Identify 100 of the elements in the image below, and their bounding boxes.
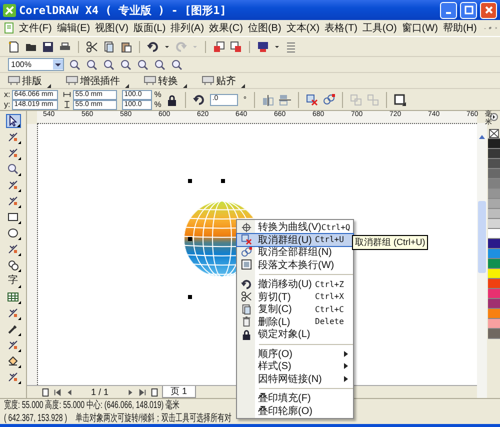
color-swatch[interactable] [488,229,500,239]
import-icon[interactable] [213,40,225,52]
group-icon[interactable] [322,94,335,106]
zoom-all-icon[interactable] [120,58,132,70]
add-page-icon[interactable] [41,388,50,396]
context-menu-item[interactable]: 删除(L) Delete [237,316,353,328]
context-menu-item[interactable]: 复制(C) Ctrl+C [237,303,353,316]
menu-item[interactable]: 工具(O) [361,21,398,35]
fill-tool[interactable] [6,354,20,368]
color-swatch[interactable] [488,209,500,219]
color-swatch[interactable] [488,159,500,169]
context-menu-item[interactable]: 叠印填充(F) [237,392,353,404]
shapes-tool[interactable] [6,258,20,272]
zoom-height-icon[interactable] [171,58,183,70]
ellipse-tool[interactable] [6,226,20,240]
color-swatch[interactable] [488,189,500,199]
color-swatch[interactable] [488,309,500,319]
print-icon[interactable] [59,40,71,52]
export-icon[interactable] [230,40,242,52]
color-swatch[interactable] [488,319,500,329]
options-icon[interactable] [285,40,297,52]
context-menu-item[interactable]: 取消全部群组(N) [237,246,353,258]
menu-item[interactable]: 表格(T) [324,21,358,35]
up-arrow-icon[interactable] [478,133,486,141]
mirror-horizontal-icon[interactable] [262,94,274,106]
menu-item[interactable]: 窗口(W) [400,21,439,35]
zoom-width-icon[interactable] [154,58,166,70]
menu-item[interactable]: 编辑(E) [56,21,92,35]
color-swatch[interactable] [488,239,500,249]
save-icon[interactable] [42,40,54,52]
menu-item[interactable]: 排列(A) [170,21,206,35]
undo-icon[interactable] [147,40,159,52]
context-menu-item[interactable]: 取消群组(U) Ctrl+U [237,234,353,246]
color-swatch[interactable] [488,279,500,289]
zoom-out-icon[interactable] [86,58,98,70]
zoom-page-icon[interactable] [137,58,149,70]
page-tab[interactable]: 页 1 [162,386,196,398]
context-menu-item[interactable]: 顺序(O) [237,348,353,360]
menu-item[interactable]: 帮助(H) [442,21,478,35]
zoom-tool[interactable] [6,162,20,176]
vertical-scrollbar[interactable] [477,123,487,398]
context-menu-item[interactable]: 段落文本换行(W) [237,258,353,271]
menu-item[interactable]: 效果(C) [208,21,244,35]
rectangle-tool[interactable] [6,210,20,224]
corner-arrow-icon[interactable] [47,84,51,88]
add-page-icon[interactable] [150,388,159,396]
context-menu-item[interactable]: 剪切(T) Ctrl+X [237,290,353,303]
context-menu-item[interactable]: 样式(S) [237,360,353,372]
color-swatch[interactable] [488,329,500,339]
selection-handle[interactable] [188,237,192,241]
selection-handle[interactable] [188,295,192,299]
menu-item[interactable]: 文本(X) [285,21,321,35]
first-page-icon[interactable] [53,388,62,396]
context-menu-item[interactable]: 因特网链接(N) [237,372,353,385]
minimize-button[interactable] [440,2,457,18]
ungroup-icon[interactable] [306,94,318,106]
close-button[interactable] [480,2,497,18]
cut-icon[interactable] [86,40,98,52]
context-menu-item[interactable]: 转换为曲线(V)Ctrl+Q [237,221,353,234]
zoom-selected-icon[interactable] [103,58,115,70]
text-tool[interactable]: 字 [6,274,20,288]
color-swatch[interactable] [488,289,500,299]
context-menu-item[interactable]: 叠印轮廓(O) [237,404,353,417]
context-menu-item[interactable]: 撤消移动(U) Ctrl+Z [237,278,353,290]
color-swatch[interactable] [488,179,500,189]
no-color-swatch[interactable] [488,129,500,139]
color-swatch[interactable] [488,199,500,209]
zoom-dropdown[interactable]: 100% [8,58,64,71]
copy-icon[interactable] [103,40,115,52]
paste-icon[interactable] [120,40,132,52]
mirror-vertical-icon[interactable] [278,94,291,106]
color-swatch[interactable] [488,149,500,159]
lock-icon[interactable] [166,94,178,106]
selection-handle[interactable] [188,179,192,183]
zoom-in-icon[interactable] [69,58,81,70]
color-swatch[interactable] [488,299,500,309]
menu-item[interactable]: 版面(L) [132,21,167,35]
menu-item[interactable]: 文件(F) [18,21,53,35]
color-swatch[interactable] [488,169,500,179]
plugin-button[interactable]: 转换 [144,74,178,88]
plugin-button[interactable]: 贴齐 [202,74,236,88]
corner-arrow-icon[interactable] [183,84,187,88]
corner-arrow-icon[interactable] [125,84,129,88]
plugin-button[interactable]: 排版 [8,74,42,88]
menu-item[interactable]: 视图(V) [94,21,130,35]
monitor-icon[interactable] [257,40,269,52]
color-swatch[interactable] [488,249,500,259]
color-swatch[interactable] [488,269,500,279]
pointer-tool[interactable] [6,114,20,128]
scrollbar-thumb[interactable] [478,201,486,273]
color-swatch[interactable] [488,259,500,269]
maximize-button[interactable] [460,2,477,18]
context-menu-item[interactable]: 锁定对象(L) [237,328,353,340]
plugin-button[interactable]: 增强插件 [66,74,120,88]
color-swatch[interactable] [488,139,500,149]
selection-handle[interactable] [221,179,225,183]
menu-item[interactable]: 位图(B) [246,21,282,35]
corner-arrow-icon[interactable] [241,84,245,88]
new-document-icon[interactable] [8,40,20,52]
last-page-icon[interactable] [138,388,147,396]
